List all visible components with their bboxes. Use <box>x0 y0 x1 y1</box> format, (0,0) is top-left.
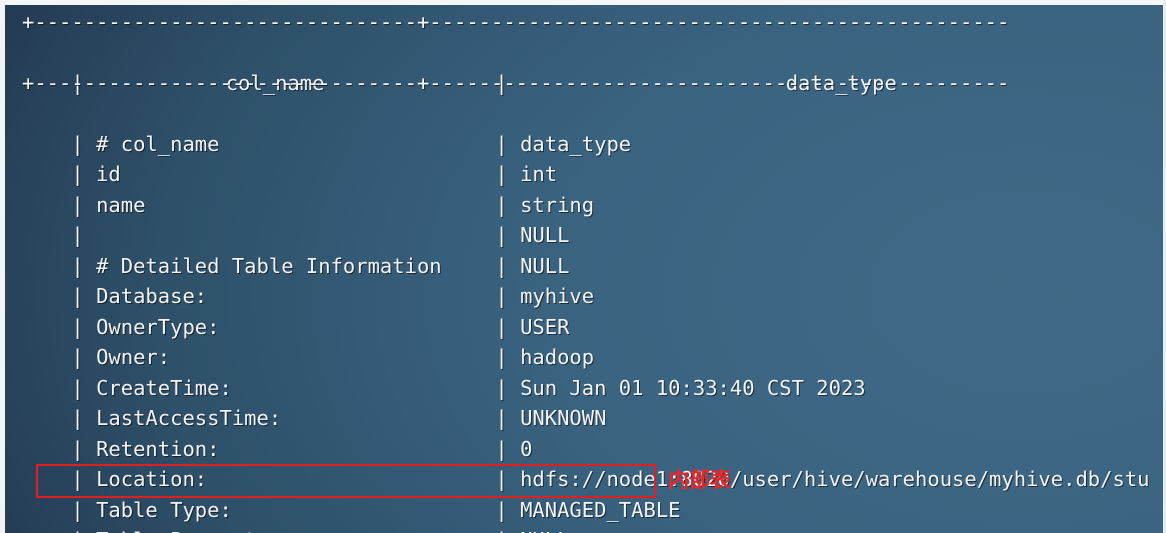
table-row-value: | NULL <box>446 494 569 533</box>
table-row: | Table Parameters: <box>22 494 306 533</box>
table-rule-middle: +-------------------------------+-------… <box>22 71 1010 95</box>
table-rule-top: +-------------------------------+-------… <box>22 10 1010 34</box>
cell-data-type: UNKNOWN <box>520 405 607 430</box>
window-frame-top-edge <box>0 0 1166 5</box>
row-pipe-mid-icon: | <box>495 528 520 533</box>
cell-col-name: name <box>96 192 146 217</box>
annotation-note-text: 内部表 <box>668 468 731 492</box>
row-pipe-left-icon: | <box>71 528 96 533</box>
cell-col-name: Table Parameters: <box>96 528 306 533</box>
window-frame-left-edge <box>0 0 5 533</box>
terminal-output-pane: +-------------------------------+-------… <box>0 0 1166 533</box>
cell-data-type: NULL <box>520 528 569 533</box>
